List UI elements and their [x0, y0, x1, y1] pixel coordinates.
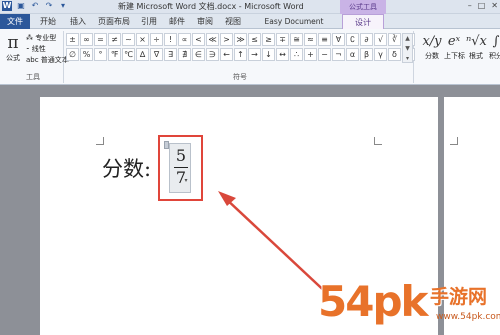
watermark-cn: 手游网 [430, 286, 488, 308]
watermark-logo: 54pk [318, 277, 428, 326]
site-watermark: 54pk 手游网 www.54pk.com [318, 278, 500, 335]
arrow-head [218, 191, 236, 206]
watermark-site: www.54pk.com [436, 312, 500, 322]
arrow-shaft [223, 196, 333, 299]
